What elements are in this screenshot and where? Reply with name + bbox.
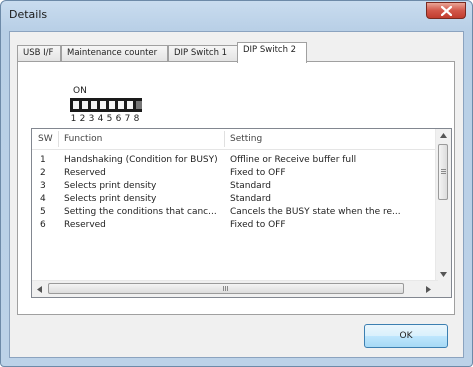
cell-setting: Fixed to OFF: [230, 220, 286, 230]
dip-switch-4: [100, 101, 106, 109]
tab-maintenance-counter[interactable]: Maintenance counter: [61, 45, 168, 62]
cell-function: Setting the conditions that canc...: [64, 207, 217, 217]
title-bar[interactable]: Details: [1, 1, 472, 31]
dip-switch-block: [70, 98, 142, 112]
vertical-scrollbar[interactable]: [435, 129, 451, 281]
close-icon: [441, 6, 452, 16]
details-dialog: Details USB I/F Maintenance counter DIP …: [0, 0, 473, 367]
scroll-right-arrow-icon[interactable]: [426, 286, 431, 293]
cell-sw: 2: [40, 168, 46, 178]
dip-number: 5: [106, 114, 113, 124]
column-header-sw[interactable]: SW: [38, 134, 53, 144]
cell-sw: 4: [40, 194, 46, 204]
tab-dip-switch-1[interactable]: DIP Switch 1: [168, 45, 238, 62]
scroll-down-arrow-icon[interactable]: [440, 272, 447, 277]
table-row[interactable]: 3 Selects print density Standard: [32, 181, 438, 193]
cell-function: Handshaking (Condition for BUSY): [64, 155, 218, 165]
table-row[interactable]: 2 Reserved Fixed to OFF: [32, 168, 438, 180]
dip-switch-1: [73, 101, 79, 109]
column-header-setting[interactable]: Setting: [230, 134, 262, 144]
dip-switch-8: [136, 101, 142, 109]
dip-switch-3: [91, 101, 97, 109]
dip-switch-5: [109, 101, 115, 109]
ok-button[interactable]: OK: [364, 324, 448, 348]
dip-number: 6: [115, 114, 122, 124]
cell-function: Reserved: [64, 220, 106, 230]
close-button[interactable]: [426, 2, 466, 19]
vertical-scroll-thumb[interactable]: [438, 144, 448, 200]
switch-settings-list[interactable]: SW Function Setting 1 Handshaking (Condi…: [31, 128, 452, 298]
horizontal-scrollbar[interactable]: [32, 280, 438, 297]
tab-label: DIP Switch 2: [243, 45, 297, 55]
dip-number: 4: [97, 114, 104, 124]
scroll-up-arrow-icon[interactable]: [440, 133, 447, 138]
dip-number: 3: [88, 114, 95, 124]
dip-on-label: ON: [73, 86, 87, 96]
cell-setting: Fixed to OFF: [230, 168, 286, 178]
dip-number: 8: [133, 114, 140, 124]
cell-setting: Standard: [230, 181, 271, 191]
column-divider[interactable]: [58, 131, 59, 147]
cell-sw: 1: [40, 155, 46, 165]
grip-icon: [223, 286, 228, 291]
tab-label: USB I/F: [23, 48, 54, 58]
cell-setting: Offline or Receive buffer full: [230, 155, 357, 165]
column-header-function[interactable]: Function: [64, 134, 102, 144]
table-row[interactable]: 4 Selects print density Standard: [32, 194, 438, 206]
cell-sw: 6: [40, 220, 46, 230]
cell-function: Selects print density: [64, 181, 157, 191]
dialog-client-area: USB I/F Maintenance counter DIP Switch 1…: [9, 31, 464, 358]
horizontal-scroll-thumb[interactable]: [48, 283, 404, 294]
cell-setting: Cancels the BUSY state when the re...: [230, 207, 401, 217]
dip-switch-7: [127, 101, 133, 109]
cell-setting: Standard: [230, 194, 271, 204]
dip-switch-6: [118, 101, 124, 109]
dip-number: 2: [79, 114, 86, 124]
grip-icon: [441, 169, 446, 174]
dip-number: 7: [124, 114, 131, 124]
scrollbar-corner: [436, 281, 451, 297]
tab-dip-switch-2[interactable]: DIP Switch 2: [237, 42, 307, 63]
table-row[interactable]: 1 Handshaking (Condition for BUSY) Offli…: [32, 155, 438, 167]
window-title: Details: [9, 8, 48, 21]
cell-sw: 3: [40, 181, 46, 191]
column-divider[interactable]: [224, 131, 225, 147]
cell-function: Reserved: [64, 168, 106, 178]
tab-label: Maintenance counter: [67, 48, 158, 58]
table-row[interactable]: 6 Reserved Fixed to OFF: [32, 220, 438, 232]
cell-function: Selects print density: [64, 194, 157, 204]
dip-switch-2: [82, 101, 88, 109]
tab-usb-if[interactable]: USB I/F: [17, 45, 61, 62]
dip-number: 1: [70, 114, 77, 124]
table-row[interactable]: 5 Setting the conditions that canc... Ca…: [32, 207, 438, 219]
list-header: SW Function Setting: [32, 129, 438, 150]
cell-sw: 5: [40, 207, 46, 217]
scroll-left-arrow-icon[interactable]: [37, 286, 42, 293]
tab-label: DIP Switch 1: [174, 48, 228, 58]
